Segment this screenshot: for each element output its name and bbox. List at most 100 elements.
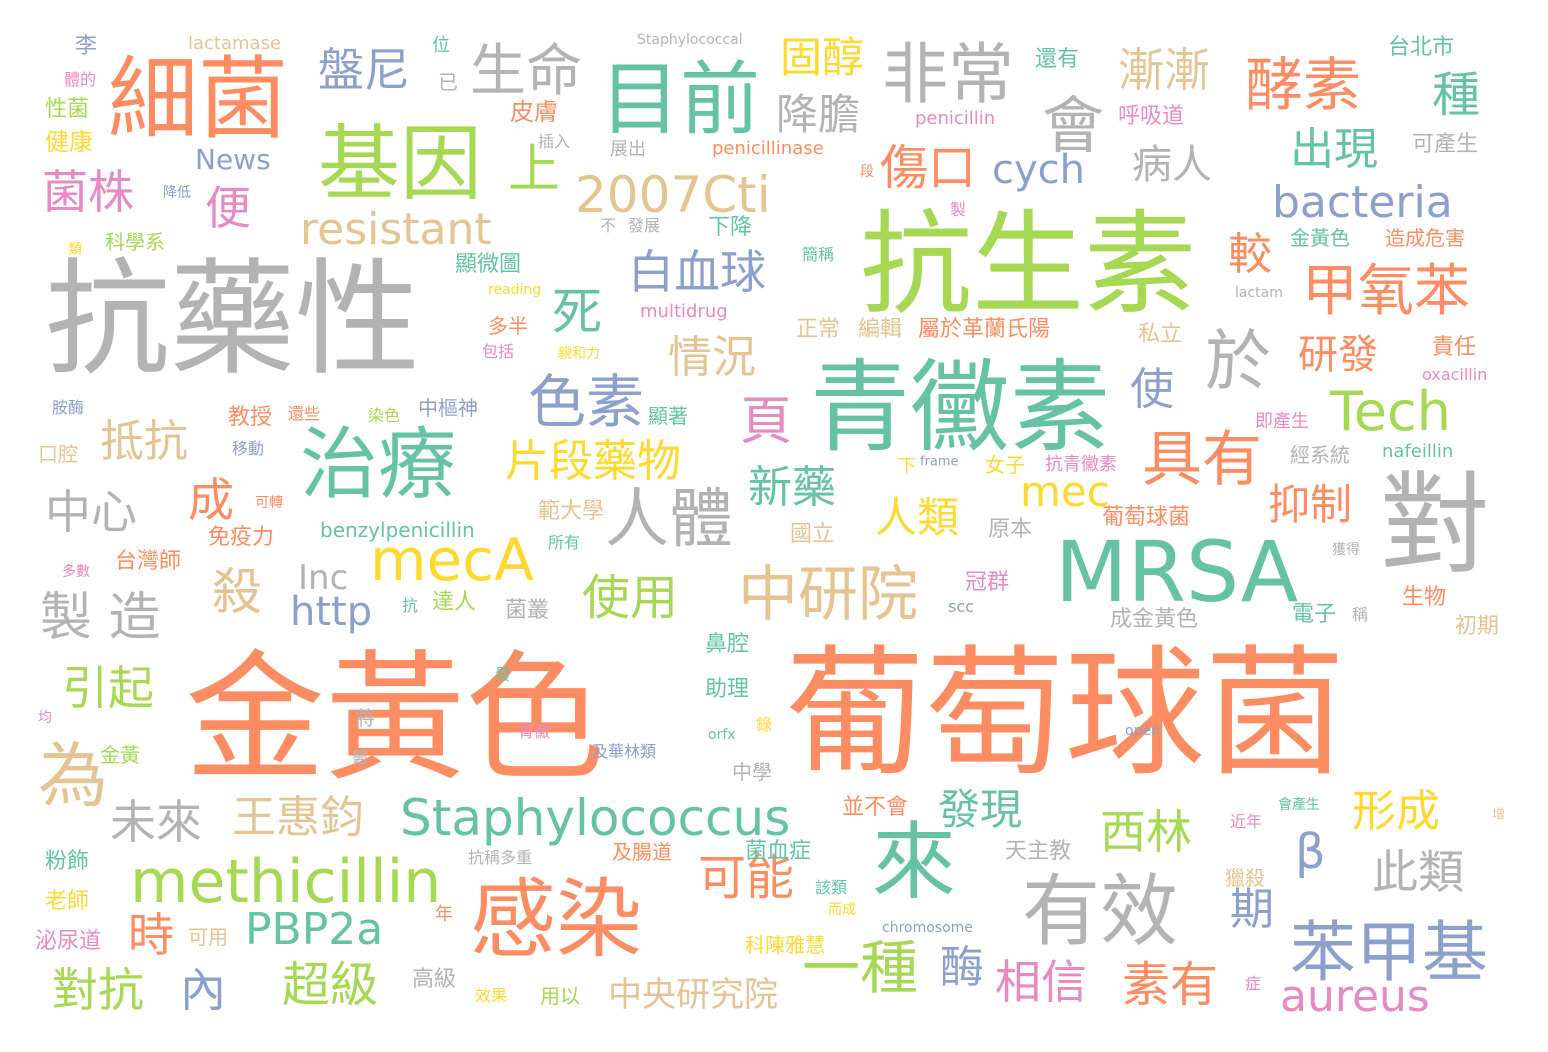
word: 呼吸道 bbox=[1118, 104, 1185, 129]
word: 口腔 bbox=[38, 442, 78, 466]
word: 該類 bbox=[815, 878, 848, 897]
word: 未來 bbox=[110, 795, 202, 849]
word: 達人 bbox=[432, 590, 477, 615]
word: orfx bbox=[708, 727, 736, 743]
word: 成 bbox=[188, 473, 234, 527]
word: Staphylococcus bbox=[400, 789, 791, 847]
word: 抗青黴素 bbox=[1045, 454, 1117, 475]
word: 還有 bbox=[1035, 47, 1080, 72]
word: 會產生 bbox=[1278, 797, 1320, 813]
word: 2007Cti bbox=[575, 166, 771, 224]
word: 老師 bbox=[45, 889, 90, 914]
word: 白血球 bbox=[628, 245, 766, 299]
word: 親和力 bbox=[558, 346, 600, 362]
word: 顯著 bbox=[648, 404, 688, 428]
word: 細菌 bbox=[108, 47, 288, 152]
word: lactam bbox=[1235, 285, 1283, 301]
word: 情況 bbox=[668, 332, 756, 383]
word: 基因 bbox=[318, 117, 483, 212]
word: 形成 bbox=[1352, 786, 1440, 837]
word: 簡稱 bbox=[802, 245, 835, 264]
word: 甲氧苯 bbox=[1302, 259, 1470, 324]
word: 抗 bbox=[402, 596, 419, 615]
word: 抑制 bbox=[1268, 480, 1353, 529]
word: 屬於革蘭氏陽 bbox=[918, 317, 1051, 342]
word: 便 bbox=[205, 181, 251, 235]
word: multidrug bbox=[640, 301, 728, 322]
word: 醫 bbox=[352, 748, 369, 767]
word: 治療 bbox=[300, 420, 457, 510]
word: 粉飾 bbox=[45, 849, 90, 874]
word: 並不會 bbox=[842, 795, 909, 820]
word: 天主教 bbox=[1005, 839, 1072, 864]
word: 較 bbox=[1228, 229, 1272, 280]
word: 電子 bbox=[1292, 602, 1337, 627]
word: 而成 bbox=[828, 902, 856, 918]
word: cych bbox=[992, 147, 1086, 193]
word: 此類 bbox=[1372, 845, 1464, 899]
word: 固醇 bbox=[780, 33, 865, 82]
word-cloud: 金黃色 葡萄球菌 抗藥性 抗生素 青黴素 基因 細菌 目前 MRSA 感染 對 … bbox=[0, 0, 1548, 1052]
word: 片段藥物 bbox=[505, 436, 681, 487]
word: 免疫力 bbox=[208, 525, 275, 550]
word: 新藥 bbox=[748, 462, 836, 513]
word: 類 bbox=[68, 242, 82, 258]
word: 經系統 bbox=[1290, 443, 1350, 467]
word: open bbox=[1125, 723, 1160, 739]
word: mec bbox=[1020, 467, 1110, 516]
word: 獲得 bbox=[1332, 542, 1360, 558]
word: 體的 bbox=[64, 70, 97, 89]
word: 發展 bbox=[628, 216, 661, 235]
word: 殺 bbox=[212, 563, 262, 621]
word: 於 bbox=[1205, 323, 1271, 400]
word: 色素 bbox=[528, 368, 645, 436]
word: 傷口 bbox=[880, 140, 977, 196]
word: 上 bbox=[508, 140, 561, 200]
word: 人類 bbox=[875, 493, 960, 542]
word: 國立 bbox=[790, 522, 835, 547]
word: 均 bbox=[38, 710, 52, 726]
word: 私立 bbox=[1138, 322, 1183, 347]
word: 及腸道 bbox=[612, 840, 672, 864]
word: 金黃色 bbox=[1290, 226, 1350, 250]
word: 使 bbox=[1130, 364, 1174, 415]
word: 菌叢 bbox=[505, 598, 550, 623]
word: 可產生 bbox=[1412, 132, 1479, 157]
word: 移動 bbox=[232, 439, 265, 458]
word: 酵素 bbox=[1245, 51, 1362, 119]
word: 葡萄球菌 bbox=[1102, 505, 1191, 530]
word: 頁 bbox=[740, 392, 793, 452]
word: 時 bbox=[128, 908, 174, 962]
word: 多數 bbox=[62, 564, 90, 580]
word: Tech bbox=[1330, 380, 1451, 443]
word: 非常 bbox=[882, 36, 1014, 113]
word: 成金黃色 bbox=[1110, 607, 1199, 632]
word: 泌尿道 bbox=[35, 929, 102, 954]
word: 李 bbox=[75, 34, 98, 59]
word: PBP2a bbox=[245, 904, 384, 955]
word: 用以 bbox=[540, 984, 580, 1008]
word: 對 bbox=[1380, 461, 1490, 589]
word: 抗生素 bbox=[860, 200, 1196, 330]
word: 台灣師 bbox=[115, 549, 182, 574]
word: 期 bbox=[1230, 884, 1274, 935]
word: 還些 bbox=[288, 404, 321, 423]
word: 抗稱多重 bbox=[468, 848, 533, 867]
word: 可轉 bbox=[255, 495, 283, 511]
word: 中央研究院 bbox=[608, 975, 778, 1015]
word: 素有 bbox=[1122, 957, 1219, 1013]
word: 發現 bbox=[938, 785, 1023, 834]
word: 出現 bbox=[1290, 124, 1378, 175]
word: 造成危害 bbox=[1385, 226, 1465, 250]
word: 盤尼 bbox=[318, 43, 410, 97]
word: 不 bbox=[600, 216, 617, 235]
word: 研發 bbox=[1298, 332, 1378, 378]
word: 展出 bbox=[610, 139, 646, 160]
word: 西林 bbox=[1100, 805, 1192, 859]
word: 症 bbox=[1245, 974, 1262, 993]
word: 製 造 bbox=[40, 588, 161, 648]
word: 生命 bbox=[470, 39, 582, 104]
word: 感染 bbox=[470, 870, 642, 970]
word: 鼻腔 bbox=[705, 632, 750, 657]
word: chromosome bbox=[882, 920, 973, 936]
